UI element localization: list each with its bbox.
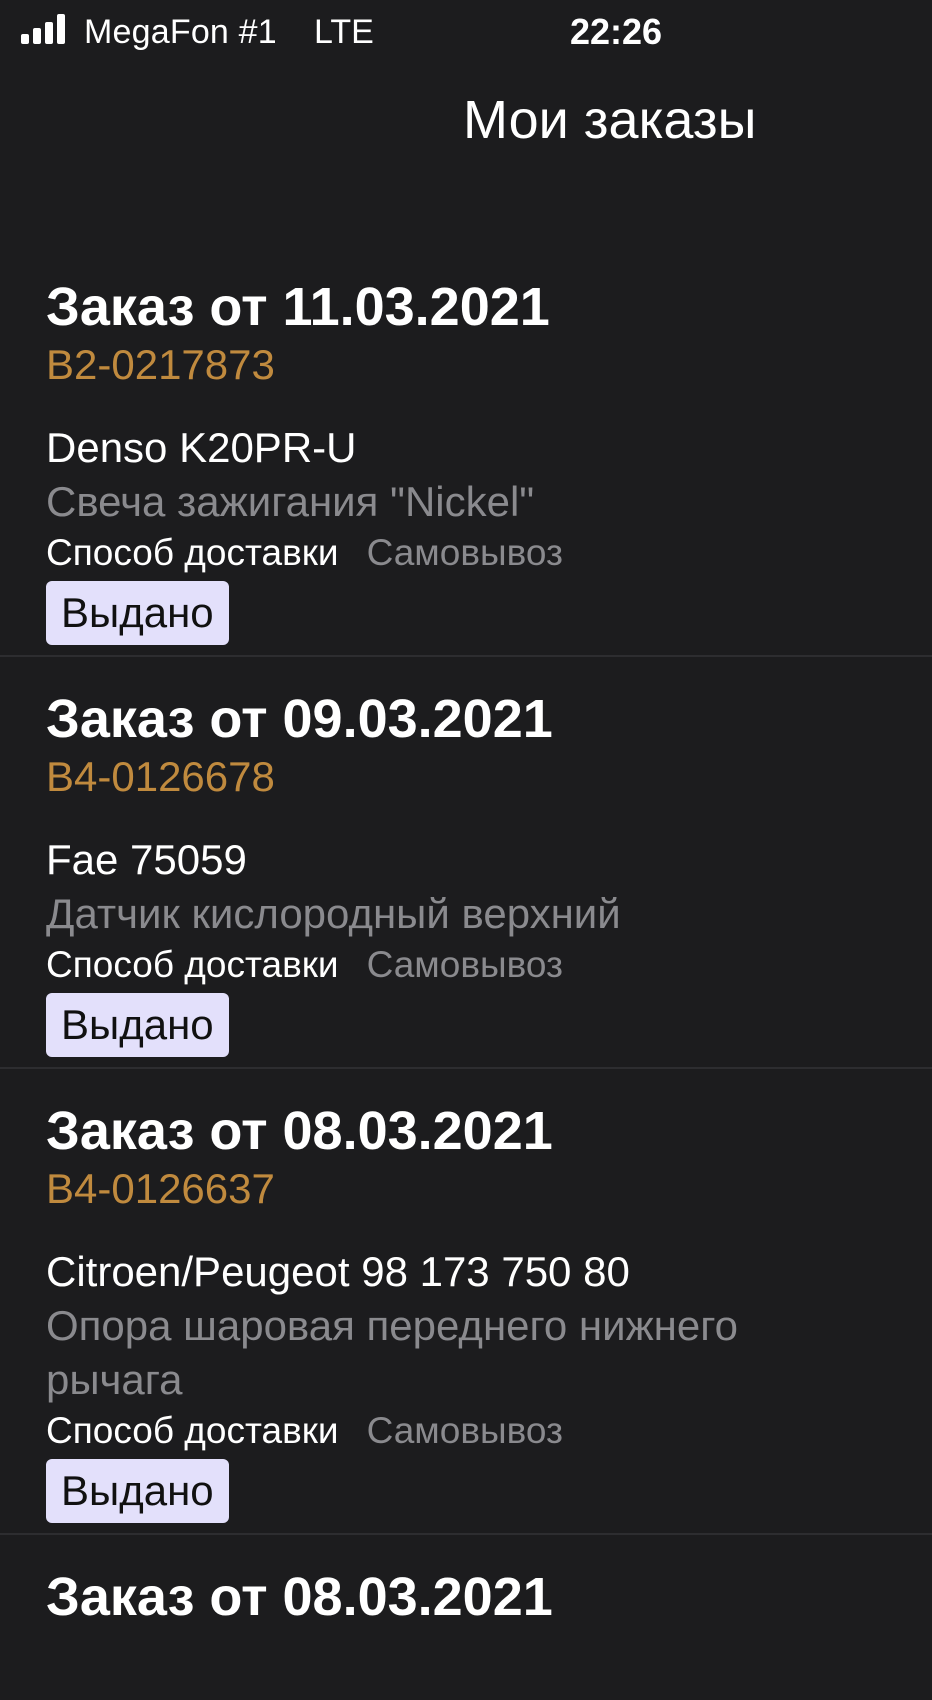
- order-card[interactable]: Заказ от 11.03.2021 B2-0217873 Denso K20…: [0, 245, 932, 657]
- carrier-name: MegaFon #1: [84, 13, 277, 51]
- item-description: Свеча зажигания "Nickel": [46, 478, 535, 525]
- delivery-label: Способ доставки: [46, 532, 339, 573]
- order-number: B2-0217873: [46, 341, 275, 388]
- order-title: Заказ от 08.03.2021: [46, 1567, 553, 1627]
- item-name: Citroen/Peugeot 98 173 750 80: [46, 1248, 630, 1295]
- order-card[interactable]: Заказ от 08.03.2021: [0, 1535, 932, 1629]
- status-bar: MegaFon #1 LTE 22:26: [0, 0, 932, 64]
- item-name: Fae 75059: [46, 836, 247, 883]
- signal-bars-icon: [21, 14, 65, 44]
- delivery-row: Способ доставки Самовывоз: [46, 529, 932, 577]
- item-description: Датчик кислородный верхний: [46, 890, 621, 937]
- order-title: Заказ от 11.03.2021: [46, 277, 550, 337]
- status-time: 22:26: [570, 11, 663, 52]
- network-type: LTE: [314, 13, 374, 51]
- order-number: B4-0126637: [46, 1165, 275, 1212]
- delivery-row: Способ доставки Самовывоз: [46, 941, 932, 989]
- status-badge: Выдано: [46, 1459, 229, 1523]
- page-title: Мои заказы: [463, 90, 757, 150]
- status-badge: Выдано: [46, 993, 229, 1057]
- item-description: Опора шаровая переднего нижнего рычага: [46, 1302, 738, 1403]
- order-card[interactable]: Заказ от 08.03.2021 B4-0126637 Citroen/P…: [0, 1069, 932, 1535]
- delivery-value: Самовывоз: [366, 1410, 563, 1451]
- delivery-value: Самовывоз: [366, 944, 563, 985]
- order-number: B4-0126678: [46, 753, 275, 800]
- delivery-label: Способ доставки: [46, 1410, 339, 1451]
- delivery-value: Самовывоз: [366, 532, 563, 573]
- delivery-row: Способ доставки Самовывоз: [46, 1407, 932, 1455]
- order-title: Заказ от 09.03.2021: [46, 689, 553, 749]
- order-title: Заказ от 08.03.2021: [46, 1101, 553, 1161]
- orders-list: Заказ от 11.03.2021 B2-0217873 Denso K20…: [0, 245, 932, 1629]
- order-card[interactable]: Заказ от 09.03.2021 B4-0126678 Fae 75059…: [0, 657, 932, 1069]
- delivery-label: Способ доставки: [46, 944, 339, 985]
- status-badge: Выдано: [46, 581, 229, 645]
- item-name: Denso K20PR-U: [46, 424, 357, 471]
